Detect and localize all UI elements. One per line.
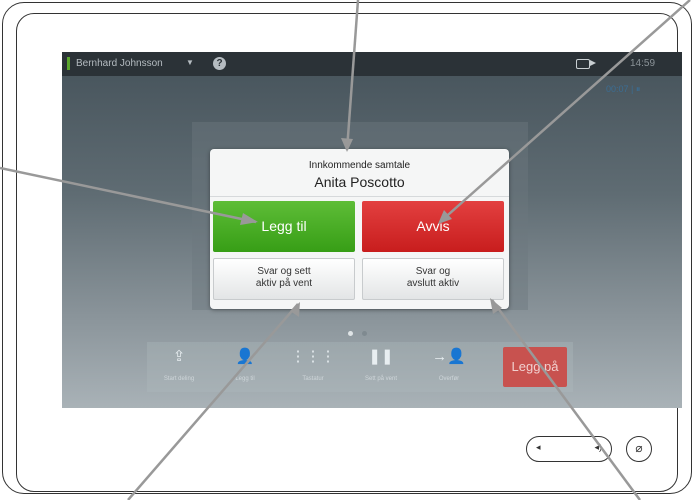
arrowhead-add [240,213,258,225]
arrowhead-dialog [341,138,353,152]
callout-line-end [490,299,642,500]
callout-line-reject [439,0,691,223]
callout-lines [0,0,691,500]
arrowhead-hold [290,302,300,317]
callout-line-add [0,166,257,224]
callout-line-hold [127,303,299,500]
callout-line-dialog [345,0,360,151]
